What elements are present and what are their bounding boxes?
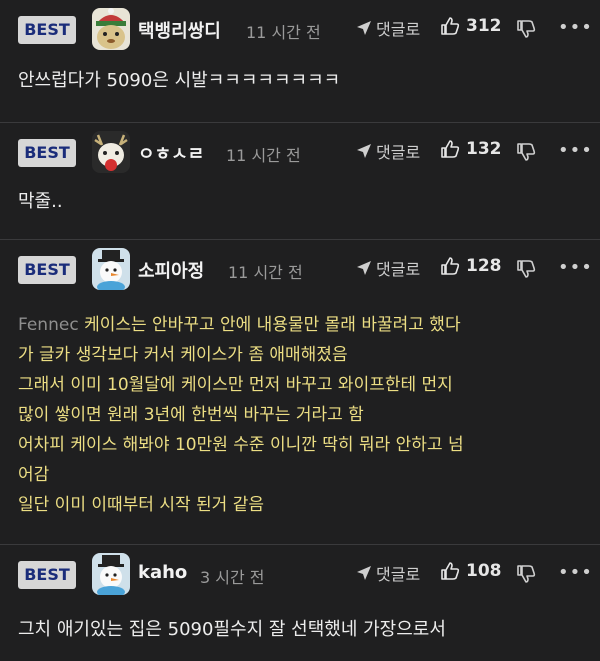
username[interactable]: 소피아정 <box>138 257 204 283</box>
comment-item: BEST 소피아정 11 시간 전 댓글로 128 ••• Fennec 케이스… <box>0 240 600 545</box>
more-icon[interactable]: ••• <box>558 17 593 38</box>
best-badge: BEST <box>18 561 76 589</box>
thumbs-up-icon <box>441 140 460 158</box>
thumbs-up-icon <box>441 17 460 35</box>
thumbs-up-icon <box>441 562 460 580</box>
reply-label: 댓글로 <box>376 260 421 279</box>
thumbs-down-icon <box>517 142 536 161</box>
comment-item: BEST 택뱅리쌍디 11 시간 전 댓글로 312 ••• 안쓰럽다가 509… <box>0 0 600 123</box>
comment-text: 막줄.. <box>18 191 63 212</box>
dislike-button[interactable] <box>516 18 536 39</box>
username[interactable]: 택뱅리쌍디 <box>138 17 221 43</box>
thumbs-down-icon <box>517 259 536 278</box>
quote-author: Fennec <box>18 315 79 335</box>
username[interactable]: ㅇㅎㅅㄹ <box>138 140 204 166</box>
best-badge: BEST <box>18 139 76 167</box>
more-icon[interactable]: ••• <box>558 257 593 278</box>
reply-label: 댓글로 <box>376 565 421 584</box>
thumbs-down-icon <box>517 19 536 38</box>
more-icon[interactable]: ••• <box>558 140 593 161</box>
quoted-comment: Fennec 케이스는 안바꾸고 안에 내용물만 몰래 바꿀려고 했다 가 글카… <box>0 294 600 520</box>
reply-arrow-icon <box>357 21 371 35</box>
avatar[interactable] <box>92 131 130 173</box>
reply-arrow-icon <box>357 566 371 580</box>
timestamp: 11 시간 전 <box>226 146 301 165</box>
comment-item: BEST ㅇㅎㅅㄹ 11 시간 전 댓글로 132 ••• 막줄.. <box>0 123 600 240</box>
quote-line: 일단 이미 이때부터 시작 된거 같음 <box>18 495 264 515</box>
avatar[interactable] <box>92 553 130 595</box>
best-badge: BEST <box>18 16 76 44</box>
quote-line: 가 글카 생각보다 커서 케이스가 좀 애매해졌음 <box>18 345 348 365</box>
like-button[interactable]: 312 <box>440 16 502 36</box>
reply-label: 댓글로 <box>376 20 421 39</box>
quote-line: Fennec 케이스는 안바꾸고 안에 내용물만 몰래 바꿀려고 했다 <box>18 315 461 335</box>
like-count: 312 <box>466 16 502 36</box>
like-count: 132 <box>466 139 502 159</box>
quote-line: 어차피 케이스 해봐야 10만원 수준 이니깐 딱히 뭐라 안하고 넘 <box>18 435 464 455</box>
dislike-button[interactable] <box>516 563 536 584</box>
like-count: 108 <box>466 561 502 581</box>
like-button[interactable]: 128 <box>440 256 502 276</box>
comment-text: 안쓰럽다가 5090은 시발ㅋㅋㅋㅋㅋㅋㅋㅋ <box>18 70 341 91</box>
reply-label: 댓글로 <box>376 143 421 162</box>
comment-header: BEST ㅇㅎㅅㄹ 11 시간 전 댓글로 132 ••• <box>0 123 600 177</box>
dislike-button[interactable] <box>516 141 536 162</box>
timestamp: 3 시간 전 <box>200 568 265 587</box>
comment-header: BEST kaho 3 시간 전 댓글로 108 ••• <box>0 545 600 599</box>
more-icon[interactable]: ••• <box>558 562 593 583</box>
avatar[interactable] <box>92 248 130 290</box>
username[interactable]: kaho <box>138 562 187 583</box>
reply-arrow-icon <box>357 144 371 158</box>
thumbs-up-icon <box>441 257 460 275</box>
reply-button[interactable]: 댓글로 <box>356 139 420 163</box>
like-button[interactable]: 108 <box>440 561 502 581</box>
timestamp: 11 시간 전 <box>246 23 321 42</box>
quote-line: 어감 <box>18 465 50 485</box>
reply-button[interactable]: 댓글로 <box>356 561 420 585</box>
dislike-button[interactable] <box>516 258 536 279</box>
reply-button[interactable]: 댓글로 <box>356 16 420 40</box>
quote-line: 그래서 이미 10월달에 케이스만 먼저 바꾸고 와이프한테 먼지 <box>18 375 453 395</box>
timestamp: 11 시간 전 <box>228 263 303 282</box>
comment-header: BEST 택뱅리쌍디 11 시간 전 댓글로 312 ••• <box>0 0 600 54</box>
best-badge: BEST <box>18 256 76 284</box>
thumbs-down-icon <box>517 564 536 583</box>
reply-button[interactable]: 댓글로 <box>356 256 420 280</box>
comment-item: BEST kaho 3 시간 전 댓글로 108 ••• 그치 애기있는 집은 … <box>0 545 600 661</box>
reply-arrow-icon <box>357 261 371 275</box>
quote-line: 많이 쌓이면 원래 3년에 한번씩 바꾸는 거라고 함 <box>18 405 364 425</box>
comment-header: BEST 소피아정 11 시간 전 댓글로 128 ••• <box>0 240 600 294</box>
like-count: 128 <box>466 256 502 276</box>
like-button[interactable]: 132 <box>440 139 502 159</box>
avatar[interactable] <box>92 8 130 50</box>
comment-text: 그치 애기있는 집은 5090필수지 잘 선택했네 가장으로서 <box>18 619 446 640</box>
